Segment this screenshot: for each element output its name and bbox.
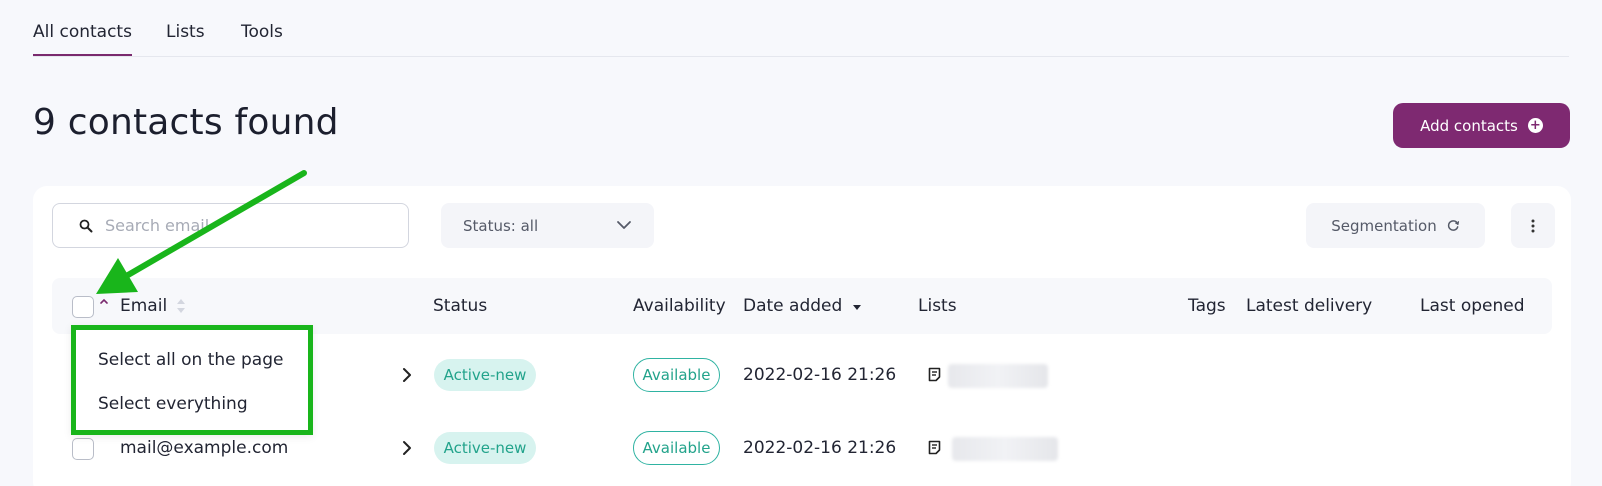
tab-all-contacts[interactable]: All contacts (33, 22, 132, 56)
column-date-added[interactable]: Date added (743, 296, 842, 316)
sort-icon[interactable] (176, 297, 186, 315)
page-title: 9 contacts found (33, 102, 339, 143)
email-cell: mail@example.com (120, 438, 289, 458)
row-checkbox[interactable] (72, 438, 94, 460)
vertical-dots-icon (1531, 219, 1535, 232)
select-everything-option[interactable]: Select everything (98, 394, 248, 414)
select-all-on-page-option[interactable]: Select all on the page (98, 350, 283, 370)
date-added-cell: 2022-02-16 21:26 (743, 438, 897, 458)
availability-badge: Available (633, 431, 720, 465)
availability-badge: Available (633, 358, 720, 392)
caret-up-icon[interactable] (99, 296, 109, 306)
status-badge: Active-new (434, 432, 536, 464)
more-options-button[interactable] (1511, 203, 1555, 248)
column-lists[interactable]: Lists (918, 296, 957, 316)
select-menu: Select all on the page Select everything (71, 325, 313, 435)
sort-descending-icon[interactable] (852, 303, 862, 311)
tab-lists[interactable]: Lists (166, 22, 205, 42)
redacted-list-name (952, 437, 1058, 461)
tab-tools[interactable]: Tools (241, 22, 283, 42)
status-filter-label: Status: all (463, 216, 539, 235)
search-input[interactable] (105, 216, 385, 235)
list-document-icon (928, 440, 941, 455)
search-icon (79, 219, 93, 232)
tab-bar: All contacts Lists Tools (33, 0, 1569, 57)
refresh-icon (1447, 220, 1459, 231)
chevron-right-icon[interactable] (401, 366, 413, 384)
date-added-cell: 2022-02-16 21:26 (743, 365, 897, 385)
add-contacts-button[interactable]: Add contacts + (1393, 103, 1570, 148)
segmentation-button[interactable]: Segmentation (1306, 203, 1485, 248)
chevron-right-icon[interactable] (401, 439, 413, 457)
column-tags[interactable]: Tags (1188, 296, 1226, 316)
add-contacts-label: Add contacts (1420, 116, 1518, 135)
select-all-checkbox[interactable] (72, 296, 94, 318)
column-latest-delivery[interactable]: Latest delivery (1246, 296, 1372, 316)
search-box[interactable] (52, 203, 409, 248)
column-status[interactable]: Status (433, 296, 487, 316)
column-availability[interactable]: Availability (633, 296, 726, 316)
redacted-list-name (948, 364, 1048, 388)
column-email[interactable]: Email (120, 296, 167, 316)
status-badge: Active-new (434, 359, 536, 391)
list-document-icon (928, 367, 941, 382)
column-last-opened[interactable]: Last opened (1420, 296, 1525, 316)
chevron-down-icon (617, 221, 631, 229)
plus-circle-icon: + (1527, 118, 1543, 133)
segmentation-label: Segmentation (1331, 216, 1437, 235)
status-filter-dropdown[interactable]: Status: all (441, 203, 654, 248)
